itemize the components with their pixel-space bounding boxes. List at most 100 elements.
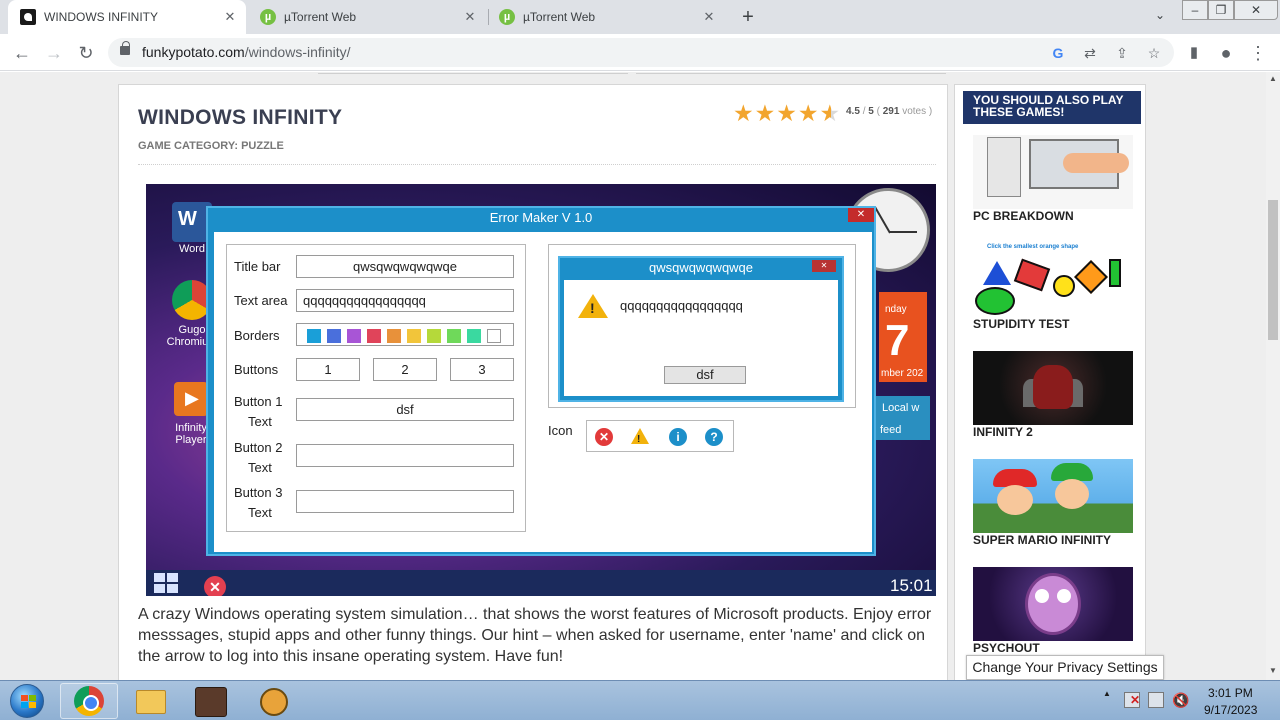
privacy-settings-button[interactable]: Change Your Privacy Settings <box>966 655 1164 680</box>
show-hidden-icons[interactable]: ▲ <box>1103 689 1111 698</box>
game-start-icon[interactable] <box>154 573 180 593</box>
taskbar-time[interactable]: 3:01 PM <box>1208 686 1253 700</box>
border-color-swatch[interactable] <box>467 329 481 343</box>
nav-stub <box>318 72 628 74</box>
minimize-button[interactable]: – <box>1182 0 1208 20</box>
infinity-player-icon[interactable]: ▶ <box>174 382 208 416</box>
buttons-count-1[interactable]: 1 <box>296 358 360 381</box>
button3-label: Button 3 <box>234 485 283 500</box>
close-tab-icon[interactable]: ✕ <box>462 9 478 25</box>
warning-icon[interactable]: ! <box>631 428 649 446</box>
lock-icon[interactable] <box>120 41 130 55</box>
border-color-swatch[interactable] <box>307 329 321 343</box>
url-text[interactable]: funkypotato.com/windows-infinity/ <box>142 44 351 60</box>
info-icon[interactable]: i <box>669 428 687 446</box>
game-screen[interactable]: W Word Gugo Chromium ▶ Infinity Player n… <box>146 184 936 596</box>
button3-text-input[interactable] <box>296 490 514 513</box>
border-color-swatch[interactable] <box>447 329 461 343</box>
close-tab-icon[interactable]: ✕ <box>222 9 238 25</box>
pc-breakdown-thumbnail[interactable] <box>973 135 1133 209</box>
category-value[interactable]: PUZZLE <box>241 140 284 152</box>
sidebar-game-label[interactable]: SUPER MARIO INFINITY <box>973 533 1111 547</box>
network-icon[interactable] <box>1148 692 1164 708</box>
sidebar-game-label[interactable]: STUPIDITY TEST <box>973 317 1069 331</box>
new-tab-button[interactable]: + <box>737 6 759 28</box>
start-button[interactable] <box>2 683 54 719</box>
close-tab-icon[interactable]: ✕ <box>701 9 717 25</box>
local-weather-tile[interactable]: Local w feed <box>874 396 930 440</box>
buttons-count-2[interactable]: 2 <box>373 358 437 381</box>
dialog-close-button[interactable]: ✕ <box>812 260 836 272</box>
star-icon[interactable]: ★ <box>798 102 819 125</box>
tab-search-chevron-icon[interactable]: ⌄ <box>1152 8 1168 24</box>
address-bar[interactable]: funkypotato.com/windows-infinity/ G ⇄ ⇪ … <box>108 38 1174 67</box>
button1-text-input[interactable]: dsf <box>296 398 514 421</box>
taskbar-game-app[interactable] <box>182 683 240 719</box>
taskbar-tool[interactable] <box>245 683 303 719</box>
scroll-thumb[interactable] <box>1268 200 1278 340</box>
sidebar-heading: YOU SHOULD ALSO PLAY THESE GAMES! <box>963 91 1141 124</box>
border-color-swatch[interactable] <box>387 329 401 343</box>
sidebar-game-label[interactable]: INFINITY 2 <box>973 425 1033 439</box>
scroll-up-icon[interactable]: ▲ <box>1268 74 1278 84</box>
browser-toolbar: ← → ↻ funkypotato.com/windows-infinity/ … <box>0 34 1280 71</box>
error-maker-close-button[interactable]: ✕ <box>848 208 874 222</box>
star-icon[interactable]: ★ <box>733 102 754 125</box>
taskbar-date[interactable]: 9/17/2023 <box>1204 703 1257 717</box>
scroll-down-icon[interactable]: ▼ <box>1268 666 1278 676</box>
taskbar-explorer[interactable] <box>121 683 179 719</box>
error-icon[interactable]: ✕ <box>595 428 613 446</box>
border-color-swatch[interactable] <box>327 329 341 343</box>
translate-icon[interactable]: ⇄ <box>1080 43 1100 63</box>
text-area-label: Text area <box>234 293 288 308</box>
volume-muted-icon[interactable]: 🔇 <box>1172 692 1189 708</box>
stupidity-test-thumbnail[interactable]: Click the smallest orange shape <box>973 243 1133 317</box>
tab-windows-infinity[interactable]: WINDOWS INFINITY ✕ <box>8 0 246 34</box>
calendar-number: 7 <box>885 316 910 365</box>
side-panel-icon[interactable]: ▮ <box>1182 41 1206 65</box>
sidebar-game-label[interactable]: PSYCHOUT <box>973 641 1040 655</box>
taskbar-chrome[interactable] <box>60 683 118 719</box>
border-color-swatch[interactable] <box>347 329 361 343</box>
title-bar-input[interactable]: qwsqwqwqwqwqe <box>296 255 514 278</box>
tab-utorrent-1[interactable]: µ µTorrent Web ✕ <box>250 0 488 34</box>
bookmark-star-icon[interactable]: ☆ <box>1144 43 1164 63</box>
border-color-swatch[interactable] <box>487 329 501 343</box>
border-color-swatch[interactable] <box>367 329 381 343</box>
reload-button[interactable]: ↻ <box>74 41 98 65</box>
buttons-count-3[interactable]: 3 <box>450 358 514 381</box>
border-color-swatch[interactable] <box>427 329 441 343</box>
button2-label: Button 2 <box>234 440 283 455</box>
star-icon[interactable]: ★ <box>755 102 776 125</box>
profile-icon[interactable]: ● <box>1214 41 1238 65</box>
back-button[interactable]: ← <box>10 41 34 65</box>
rating-max: 5 <box>868 106 874 117</box>
border-color-swatch[interactable] <box>407 329 421 343</box>
close-window-button[interactable]: ✕ <box>1234 0 1278 20</box>
share-icon[interactable]: ⇪ <box>1112 43 1132 63</box>
question-icon[interactable]: ? <box>705 428 723 446</box>
button1-label-text: Text <box>248 414 272 429</box>
star-icon[interactable]: ★ <box>776 102 797 125</box>
action-center-icon[interactable]: ✕ <box>1124 692 1140 708</box>
folder-icon <box>136 690 166 714</box>
tab-utorrent-2[interactable]: µ µTorrent Web ✕ <box>489 0 727 34</box>
tile-text: feed <box>880 424 902 436</box>
game-close-icon[interactable]: ✕ <box>204 576 226 596</box>
page-scrollbar[interactable]: ▲ ▼ <box>1266 72 1280 680</box>
psychout-thumbnail[interactable] <box>973 567 1133 641</box>
half-star-icon[interactable]: ★ <box>820 102 841 125</box>
button2-text-input[interactable] <box>296 444 514 467</box>
rating-stars[interactable]: ★ ★ ★ ★ ★ <box>733 102 841 125</box>
text-area-input[interactable]: qqqqqqqqqqqqqqqqq <box>296 289 514 312</box>
forward-button[interactable]: → <box>42 41 66 65</box>
restore-button[interactable]: ❐ <box>1208 0 1234 20</box>
infinity-2-thumbnail[interactable] <box>973 351 1133 425</box>
title-bar-label: Title bar <box>234 259 281 274</box>
super-mario-infinity-thumbnail[interactable] <box>973 459 1133 533</box>
menu-kebab-icon[interactable]: ⋮ <box>1246 41 1270 65</box>
border-color-picker[interactable] <box>296 323 514 346</box>
google-icon[interactable]: G <box>1048 43 1068 63</box>
sidebar-game-label[interactable]: PC BREAKDOWN <box>973 209 1074 223</box>
dialog-button[interactable]: dsf <box>664 366 746 384</box>
